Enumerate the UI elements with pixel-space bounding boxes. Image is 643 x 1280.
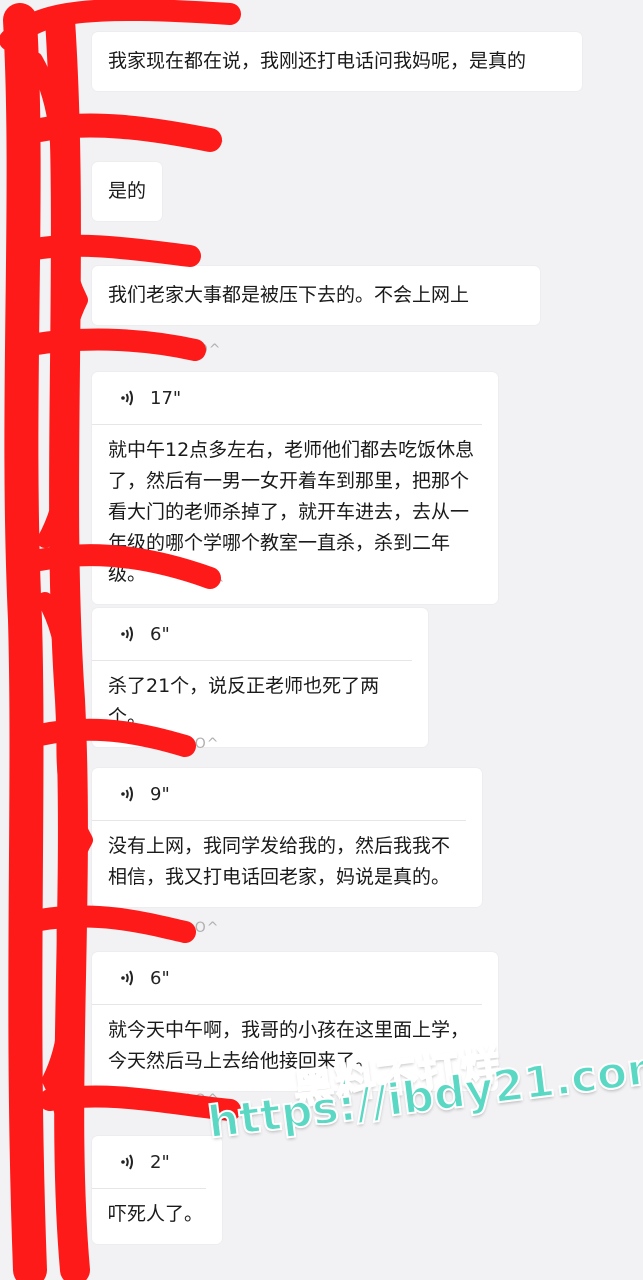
voice-duration: 9" bbox=[150, 783, 170, 805]
voice-player[interactable]: 2" bbox=[92, 1136, 206, 1189]
voice-duration: 2" bbox=[150, 1151, 170, 1173]
voice-transcript: 吓死人了。 bbox=[108, 1203, 204, 1225]
message-bubble-2[interactable]: 是的 bbox=[92, 162, 162, 221]
message-meta: ^O^ bbox=[188, 576, 226, 592]
voice-message-3[interactable]: 9" 没有上网，我同学发给我的，然后我我不相信，我又打电话回老家，妈说是真的。 bbox=[92, 768, 482, 907]
message-text: 是的 bbox=[108, 180, 147, 202]
message-meta: ^O^ bbox=[188, 136, 226, 152]
voice-wave-icon bbox=[121, 1154, 133, 1170]
voice-player[interactable]: 9" bbox=[92, 768, 466, 821]
message-text: 我们老家大事都是被压下去的。不会上网上 bbox=[108, 284, 470, 306]
voice-message-5[interactable]: 2" 吓死人了。 bbox=[92, 1136, 222, 1244]
voice-player[interactable]: 6" bbox=[92, 608, 412, 661]
voice-duration: 6" bbox=[150, 623, 170, 645]
message-meta: ^O^ bbox=[184, 342, 222, 358]
voice-message-1[interactable]: 17" 就中午12点多左右，老师他们都去吃饭休息了，然后有一男一女开着车到那里，… bbox=[92, 372, 498, 604]
voice-transcript: 没有上网，我同学发给我的，然后我我不相信，我又打电话回老家，妈说是真的。 bbox=[108, 835, 451, 888]
voice-transcript: 就中午12点多左右，老师他们都去吃饭休息了，然后有一男一女开着车到那里，把那个看… bbox=[108, 439, 475, 585]
message-bubble-1[interactable]: 我家现在都在说，我刚还打电话问我妈呢，是真的 bbox=[92, 32, 582, 91]
voice-wave-icon bbox=[121, 390, 133, 406]
voice-duration: 6" bbox=[150, 967, 170, 989]
voice-wave-icon bbox=[121, 786, 133, 802]
voice-duration: 17" bbox=[150, 387, 182, 409]
message-bubble-3[interactable]: 我们老家大事都是被压下去的。不会上网上 bbox=[92, 266, 540, 325]
message-text: 我家现在都在说，我刚还打电话问我妈呢，是真的 bbox=[108, 50, 527, 72]
voice-wave-icon bbox=[121, 970, 133, 986]
message-meta: ^O^ bbox=[182, 736, 220, 752]
voice-wave-icon bbox=[121, 626, 133, 642]
message-meta: ^O^ bbox=[182, 920, 220, 936]
voice-message-2[interactable]: 6" 杀了21个，说反正老师也死了两个。 bbox=[92, 608, 428, 747]
voice-transcript: 杀了21个，说反正老师也死了两个。 bbox=[108, 675, 380, 728]
voice-player[interactable]: 6" bbox=[92, 952, 482, 1005]
voice-player[interactable]: 17" bbox=[92, 372, 482, 425]
